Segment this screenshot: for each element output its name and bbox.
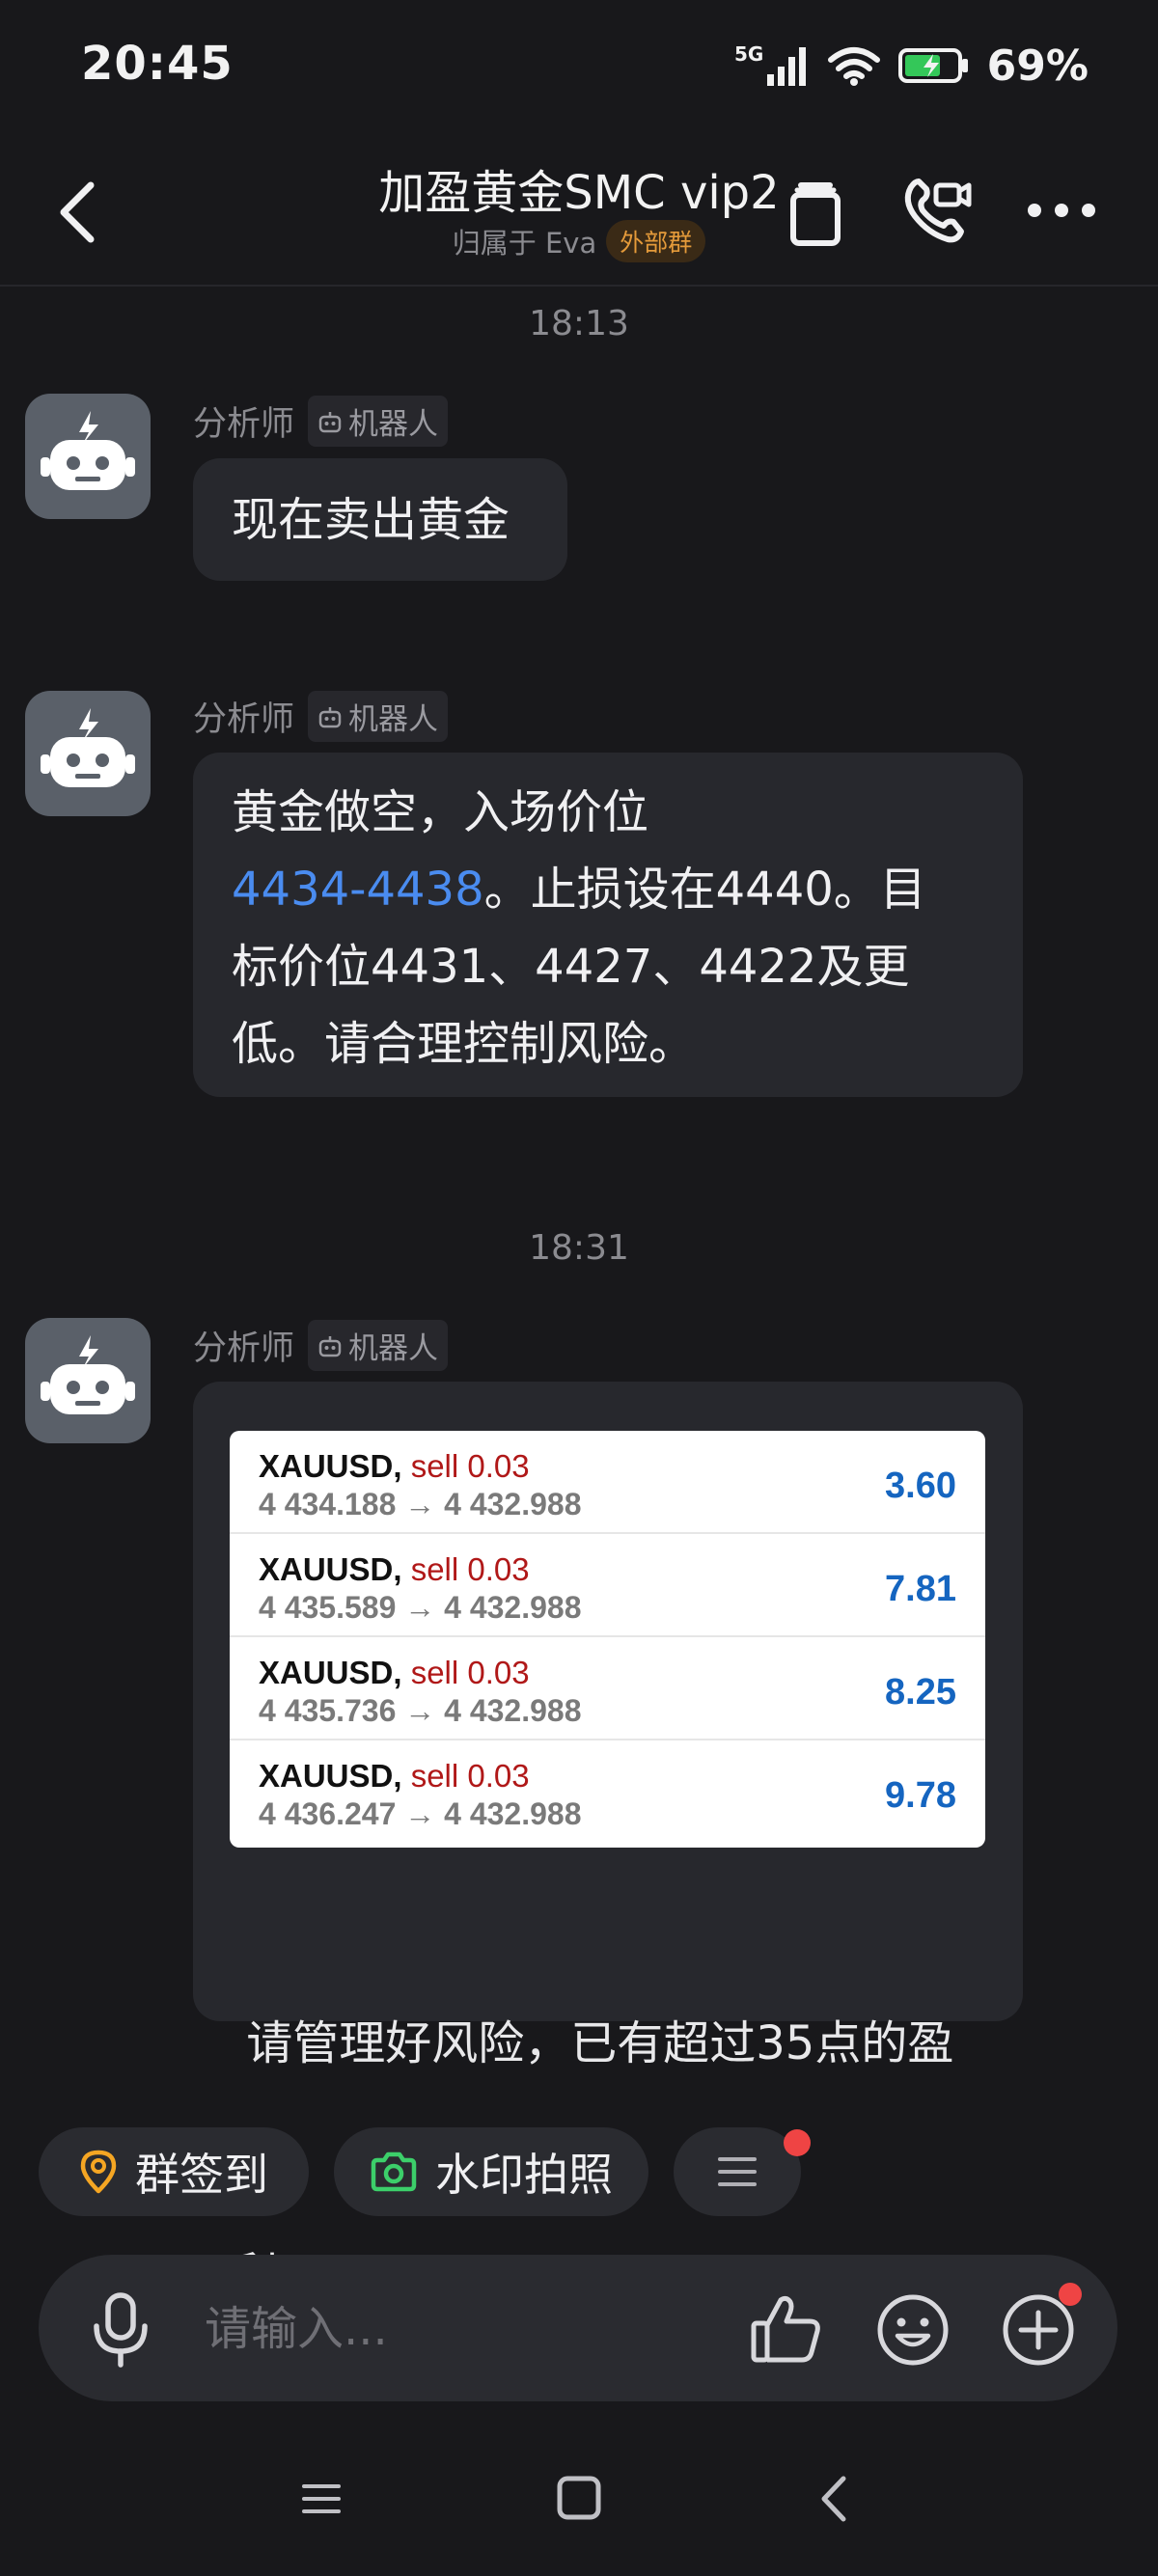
watermark-photo-button[interactable]: 水印拍照	[334, 2127, 648, 2216]
group-checkin-label: 群签到	[135, 2149, 268, 2201]
location-pin-icon	[80, 2150, 117, 2194]
trade-symbol: XAUUSD,	[259, 1448, 402, 1484]
camera-icon	[371, 2151, 417, 2192]
microphone-icon[interactable]	[87, 2291, 154, 2369]
status-icons: 5G 69%	[734, 39, 1089, 93]
robot-avatar-icon	[41, 708, 135, 787]
trade-row: XAUUSD, sell 0.03 4 435.736 → 4 432.988 …	[230, 1637, 985, 1740]
trade-profit: 9.78	[885, 1775, 956, 1816]
trade-side: sell 0.03	[410, 1758, 530, 1794]
more-actions-button[interactable]	[674, 2127, 801, 2216]
trade-prices: 4 435.736 → 4 432.988	[259, 1693, 582, 1728]
message-timestamp: 18:13	[529, 304, 629, 343]
notification-dot	[1059, 2283, 1082, 2306]
sender-name: 分析师	[193, 1329, 295, 1368]
sender-name: 分析师	[193, 700, 295, 739]
trade-symbol-line: XAUUSD, sell 0.03	[259, 1655, 530, 1691]
robot-icon	[318, 411, 342, 432]
trade-prices: 4 435.589 → 4 432.988	[259, 1590, 582, 1625]
trade-row: XAUUSD, sell 0.03 4 435.589 → 4 432.988 …	[230, 1534, 985, 1637]
robot-avatar-icon	[41, 411, 135, 490]
more-options-icon[interactable]	[1023, 191, 1100, 230]
group-owner: 归属于 Eva	[452, 227, 597, 260]
bot-badge-label: 机器人	[348, 1331, 439, 1366]
robot-avatar-icon	[41, 1335, 135, 1414]
sender-row: 分析师 机器人	[193, 396, 449, 447]
home-icon[interactable]	[540, 2465, 618, 2533]
wifi-icon	[827, 47, 880, 86]
trade-screenshot-image[interactable]: XAUUSD, sell 0.03 4 434.188 → 4 432.988 …	[230, 1431, 985, 1848]
trade-symbol: XAUUSD,	[259, 1551, 402, 1587]
thumbs-up-icon[interactable]	[748, 2292, 825, 2366]
notification-dot	[784, 2129, 811, 2156]
emoji-icon[interactable]	[874, 2291, 951, 2369]
cellular-signal-icon: 5G	[734, 42, 806, 86]
trade-prices: 4 434.188 → 4 432.988	[259, 1487, 582, 1521]
message-line: 黄金做空，入场价位	[232, 785, 649, 839]
message-text: 现在卖出黄金	[232, 493, 510, 547]
sender-name: 分析师	[193, 405, 295, 444]
trade-prices: 4 436.247 → 4 432.988	[259, 1796, 582, 1831]
trade-side: sell 0.03	[410, 1551, 530, 1587]
external-group-badge: 外部群	[606, 220, 706, 262]
phone-video-call-icon[interactable]	[897, 172, 975, 249]
battery-percent: 69%	[986, 41, 1089, 91]
recent-apps-icon[interactable]	[283, 2465, 360, 2533]
robot-icon	[318, 1335, 342, 1357]
trade-profit: 8.25	[885, 1672, 956, 1713]
header-divider	[0, 285, 1158, 287]
avatar[interactable]	[25, 691, 151, 816]
back-nav-icon[interactable]	[797, 2465, 874, 2533]
status-time: 20:45	[81, 37, 234, 91]
bot-badge: 机器人	[308, 691, 449, 742]
network-type-label: 5G	[734, 42, 763, 66]
message-timestamp: 18:31	[529, 1228, 629, 1268]
bot-badge-label: 机器人	[348, 407, 439, 442]
trade-row: XAUUSD, sell 0.03 4 436.247 → 4 432.988 …	[230, 1740, 985, 1842]
trade-side: sell 0.03	[410, 1448, 530, 1484]
trade-symbol: XAUUSD,	[259, 1655, 402, 1690]
avatar[interactable]	[25, 1318, 151, 1443]
chat-title: 加盈黄金SMC vip2	[378, 166, 780, 220]
sender-row: 分析师 机器人	[193, 691, 449, 742]
watermark-photo-label: 水印拍照	[435, 2149, 613, 2201]
message-line: 标价位4431、4427、4422及更	[232, 940, 910, 994]
trade-symbol-line: XAUUSD, sell 0.03	[259, 1448, 530, 1485]
sender-row: 分析师 机器人	[193, 1320, 449, 1371]
message-line-rest: 。止损设在4440。目	[483, 863, 926, 917]
bot-badge: 机器人	[308, 1320, 449, 1371]
copy-icon[interactable]	[782, 174, 849, 251]
message-text: 黄金做空，入场价位 4434-4438。止损设在4440。目 标价位4431、4…	[232, 774, 926, 1082]
avatar[interactable]	[25, 394, 151, 519]
message-line: 4434-4438。止损设在4440。目	[232, 851, 926, 928]
trade-symbol-line: XAUUSD, sell 0.03	[259, 1758, 530, 1795]
message-bubble[interactable]: 黄金做空，入场价位 4434-4438。止损设在4440。目 标价位4431、4…	[193, 753, 1023, 1097]
menu-icon	[718, 2157, 757, 2186]
message-line: 请管理好风险，已有超过35点的盈	[232, 2016, 954, 2070]
message-bubble[interactable]: 现在卖出黄金	[193, 458, 567, 581]
price-link[interactable]: 4434-4438	[232, 863, 484, 917]
trade-side: sell 0.03	[410, 1655, 530, 1690]
bot-badge-label: 机器人	[348, 702, 439, 737]
trade-profit: 3.60	[885, 1466, 956, 1506]
trade-symbol-line: XAUUSD, sell 0.03	[259, 1551, 530, 1588]
trade-symbol: XAUUSD,	[259, 1758, 402, 1794]
message-input[interactable]	[203, 2294, 689, 2364]
message-line: 低。请合理控制风险。	[232, 1017, 696, 1071]
bot-badge: 机器人	[308, 396, 449, 447]
group-checkin-button[interactable]: 群签到	[39, 2127, 309, 2216]
trade-profit: 7.81	[885, 1569, 956, 1609]
trade-row: XAUUSD, sell 0.03 4 434.188 → 4 432.988 …	[230, 1431, 985, 1534]
battery-icon	[897, 48, 968, 83]
robot-icon	[318, 706, 342, 727]
chat-subtitle: 归属于 Eva 外部群	[0, 220, 1158, 262]
